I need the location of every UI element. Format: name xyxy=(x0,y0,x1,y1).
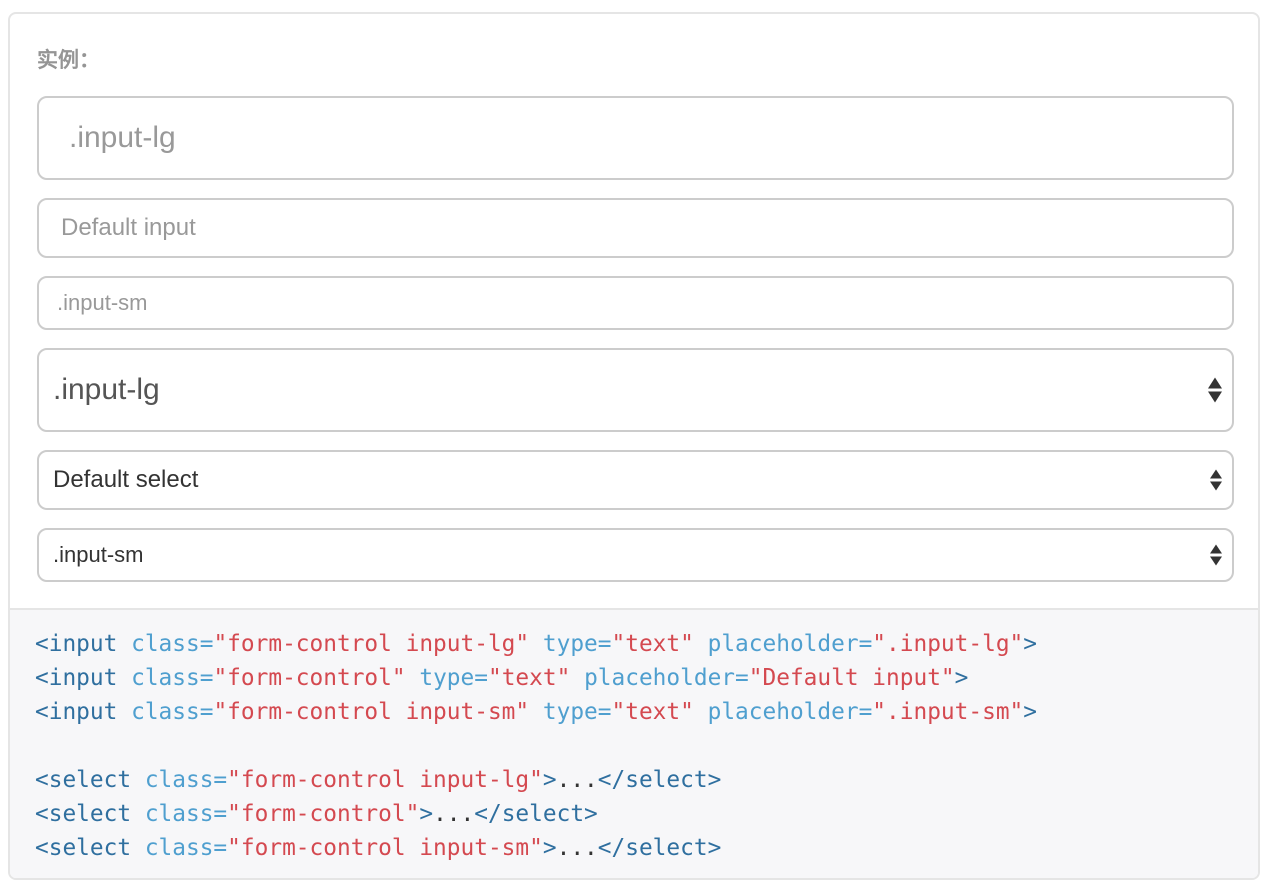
input-sm-field[interactable]: .input-sm xyxy=(37,276,1234,330)
code-block: <input class="form-control input-lg" typ… xyxy=(10,608,1258,878)
select-lg-updown-icon xyxy=(1208,377,1222,403)
code-line-5: <select class="form-control">...</select… xyxy=(35,801,598,827)
select-default-updown-icon xyxy=(1210,469,1222,491)
code-line-1: <input class="form-control input-lg" typ… xyxy=(35,631,1038,657)
select-lg[interactable]: .input-lg xyxy=(37,348,1234,432)
code-line-2: <input class="form-control" type="text" … xyxy=(35,665,969,691)
select-lg-value: .input-lg xyxy=(53,373,160,406)
select-default[interactable]: Default select xyxy=(37,450,1234,510)
input-lg-placeholder: .input-lg xyxy=(69,121,176,154)
example-label: 实例： xyxy=(37,48,100,72)
code-line-3: <input class="form-control input-sm" typ… xyxy=(35,699,1038,725)
code-line-4: <select class="form-control input-lg">..… xyxy=(35,767,722,793)
select-sm[interactable]: .input-sm xyxy=(37,528,1234,582)
select-sm-value: .input-sm xyxy=(53,542,144,567)
input-default-placeholder: Default input xyxy=(61,214,196,241)
input-sm-placeholder: .input-sm xyxy=(57,290,148,315)
select-sm-updown-icon xyxy=(1210,544,1222,566)
code-line-6: <select class="form-control input-sm">..… xyxy=(35,835,722,861)
select-default-value: Default select xyxy=(53,466,199,493)
input-default-field[interactable]: Default input xyxy=(37,198,1234,258)
example-panel: 实例： .input-lg Default input .input-sm .i… xyxy=(8,12,1260,880)
input-lg-field[interactable]: .input-lg xyxy=(37,96,1234,180)
code-text: <input class="form-control input-lg" typ… xyxy=(35,627,1037,865)
